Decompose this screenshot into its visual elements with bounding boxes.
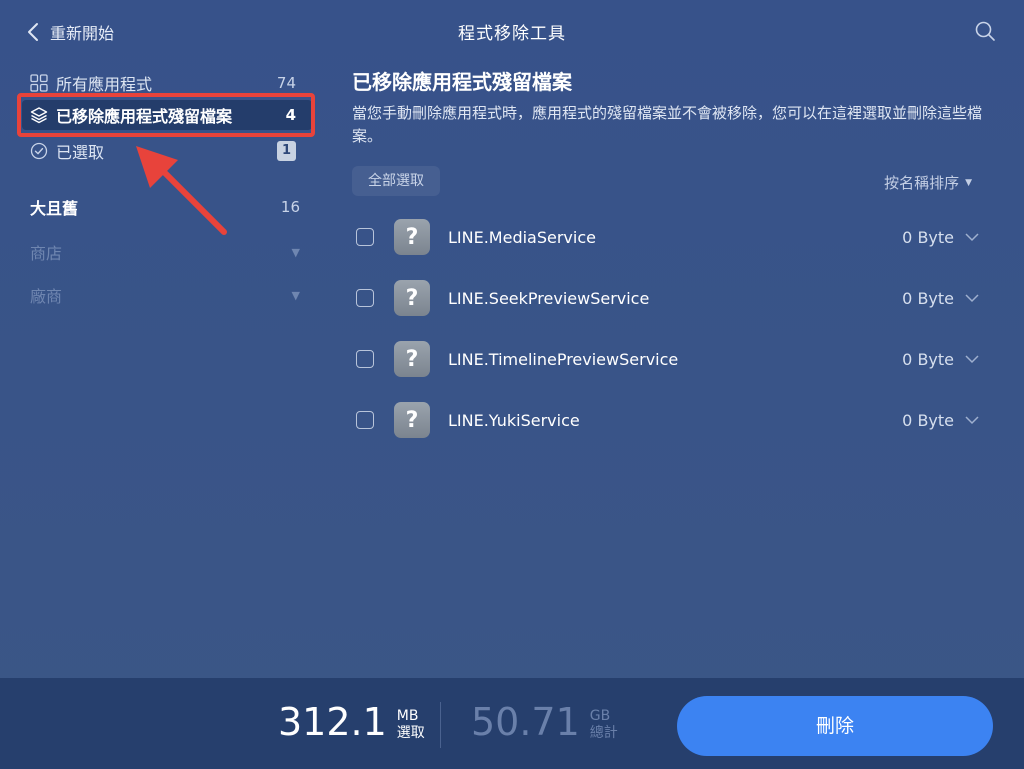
item-checkbox[interactable] <box>356 228 374 246</box>
caret-down-icon: ▼ <box>965 177 972 188</box>
selected-size-value: 312.1 <box>278 700 387 744</box>
section-label: 廠商 <box>30 287 63 306</box>
section-title: 已移除應用程式殘留檔案 <box>352 70 572 94</box>
grid-icon <box>30 74 48 92</box>
item-checkbox[interactable] <box>356 289 374 307</box>
total-size-unit-block: GB 總計 <box>590 708 618 742</box>
list-item: ? LINE.TimelinePreviewService 0 Byte <box>352 337 980 381</box>
unknown-app-icon: ? <box>394 341 430 377</box>
selected-size-stat: 312.1 MB 選取 <box>278 702 425 742</box>
list-item: ? LINE.MediaService 0 Byte <box>352 215 980 259</box>
annotation-highlight-box <box>17 93 315 137</box>
delete-button[interactable]: 刪除 <box>677 696 993 756</box>
total-size-value: 50.71 <box>471 700 580 744</box>
selected-size-label: 選取 <box>396 725 425 741</box>
footer-bar: 312.1 MB 選取 50.71 GB 總計 刪除 <box>0 678 1024 769</box>
page-title: 程式移除工具 <box>458 24 566 44</box>
item-size: 0 Byte <box>902 288 954 308</box>
sidebar-item-label: 所有應用程式 <box>56 75 153 94</box>
chevron-down-icon[interactable] <box>964 415 980 425</box>
search-icon[interactable] <box>974 20 996 42</box>
list-item: ? LINE.YukiService 0 Byte <box>352 398 980 442</box>
caret-down-icon: ▼ <box>291 245 300 259</box>
annotation-arrow-icon <box>136 146 227 235</box>
caret-down-icon: ▼ <box>291 288 300 302</box>
total-size-label: 總計 <box>589 725 618 741</box>
section-vendor[interactable]: 廠商 ▼ <box>30 283 300 307</box>
header: 重新開始 程式移除工具 <box>0 0 1024 62</box>
selected-size-unit: MB <box>396 708 419 724</box>
selected-count-badge: 1 <box>276 141 296 161</box>
total-size-unit: GB <box>589 708 611 724</box>
section-description: 當您手動刪除應用程式時，應用程式的殘留檔案並不會被移除，您可以在這裡選取並刪除這… <box>352 104 983 145</box>
unknown-app-icon: ? <box>394 219 430 255</box>
item-size: 0 Byte <box>902 227 954 247</box>
list-item: ? LINE.SeekPreviewService 0 Byte <box>352 276 980 320</box>
sort-dropdown[interactable]: 按名稱排序 ▼ <box>884 172 972 193</box>
section-count: 16 <box>280 198 300 216</box>
selected-size-unit-block: MB 選取 <box>397 708 425 742</box>
sidebar-item-count: 74 <box>276 74 296 92</box>
item-name: LINE.MediaService <box>448 227 596 247</box>
check-circle-icon <box>30 142 48 160</box>
sort-label: 按名稱排序 <box>884 174 960 192</box>
item-checkbox[interactable] <box>356 350 374 368</box>
item-checkbox[interactable] <box>356 411 374 429</box>
item-name: LINE.YukiService <box>448 410 580 430</box>
item-size: 0 Byte <box>902 410 954 430</box>
item-name: LINE.TimelinePreviewService <box>448 349 679 369</box>
main-panel: 已移除應用程式殘留檔案 當您手動刪除應用程式時，應用程式的殘留檔案並不會被移除，… <box>352 62 992 672</box>
chevron-down-icon[interactable] <box>964 232 980 242</box>
item-size: 0 Byte <box>902 349 954 369</box>
total-size-stat: 50.71 GB 總計 <box>471 702 618 742</box>
app-window: 重新開始 程式移除工具 所有應用程式 74 已移除應用程式殘留檔案 4 已選取 … <box>0 0 1024 769</box>
chevron-down-icon[interactable] <box>964 354 980 364</box>
item-name: LINE.SeekPreviewService <box>448 288 650 308</box>
chevron-down-icon[interactable] <box>964 293 980 303</box>
footer-divider <box>440 702 441 748</box>
unknown-app-icon: ? <box>394 402 430 438</box>
unknown-app-icon: ? <box>394 280 430 316</box>
select-all-button[interactable]: 全部選取 <box>352 166 440 196</box>
